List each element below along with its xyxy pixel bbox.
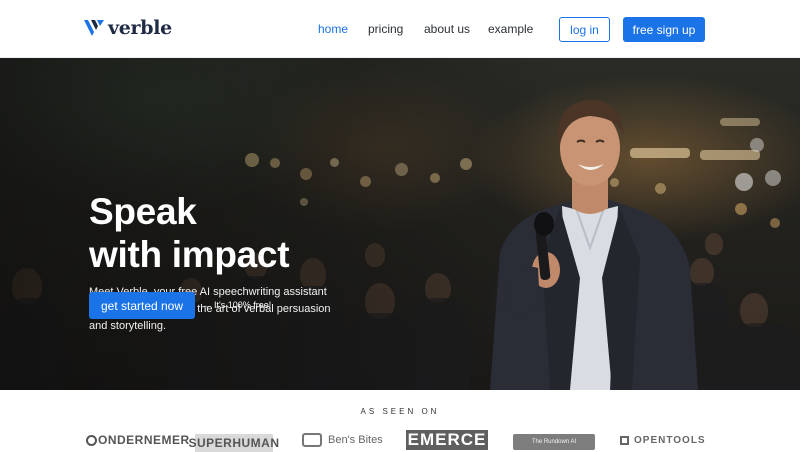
brand-name: verble: [108, 17, 172, 39]
press-logo-ondernemer: ONDERNEMER: [86, 430, 190, 450]
nav-example[interactable]: example: [488, 22, 533, 36]
hero-section: Speak with impact Meet Verble, your free…: [0, 58, 800, 390]
brand-logo[interactable]: verble: [83, 17, 172, 39]
ondernemer-ring-icon: [86, 434, 97, 446]
opentools-square-icon: [620, 435, 629, 445]
press-logo-bens-bites: Ben's Bites: [302, 430, 383, 450]
hero-title: Speak with impact: [89, 190, 389, 276]
bens-bites-box-icon: [302, 433, 322, 447]
press-logo-the-rundown-ai: The Rundown AI: [513, 434, 595, 450]
nav-home[interactable]: home: [318, 22, 348, 36]
press-logo-opentools: OPENTOOLS: [620, 430, 706, 450]
press-logo-superhuman: SUPERHUMAN: [188, 434, 280, 452]
login-button[interactable]: log in: [559, 17, 610, 42]
verble-logo-icon: [84, 20, 104, 36]
arrow-left-icon: ←: [202, 300, 211, 310]
site-header: verble home pricing about us example log…: [0, 0, 800, 58]
free-note-text: It's 100% free!: [214, 300, 272, 310]
hero-title-line-1: Speak: [89, 191, 197, 232]
nav-about-us[interactable]: about us: [424, 22, 470, 36]
speaker-photo: [490, 99, 698, 390]
hero-title-line-2: with impact: [89, 234, 290, 275]
free-signup-button[interactable]: free sign up: [623, 17, 705, 42]
as-seen-on-label: AS SEEN ON: [360, 407, 440, 416]
press-logo-emerce: EMERCE: [406, 430, 488, 450]
free-note: ← It's 100% free!: [202, 300, 271, 310]
nav-pricing[interactable]: pricing: [368, 22, 403, 36]
get-started-button[interactable]: get started now: [89, 292, 195, 319]
